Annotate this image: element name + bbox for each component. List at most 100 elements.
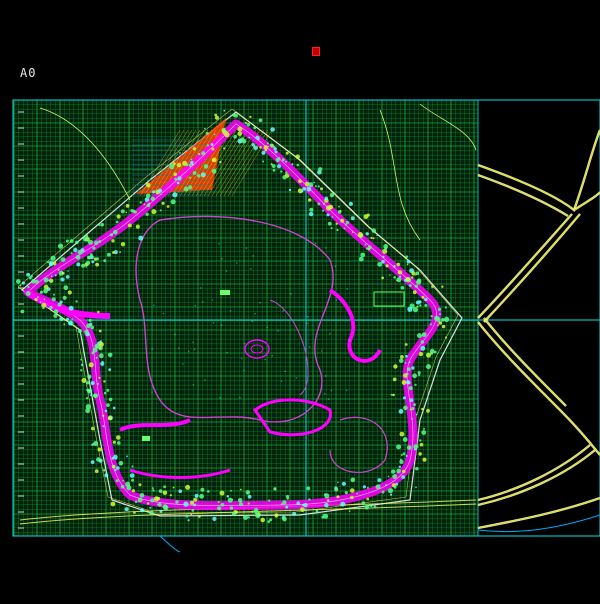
plant-symbol bbox=[27, 286, 30, 289]
plant-symbol bbox=[34, 298, 38, 302]
plant-symbol bbox=[43, 298, 46, 301]
plant-symbol bbox=[87, 255, 91, 260]
plant-symbol bbox=[98, 224, 101, 227]
plant-symbol bbox=[237, 498, 243, 503]
plant-symbol bbox=[117, 441, 121, 445]
plant-symbol bbox=[204, 379, 206, 381]
plant-symbol bbox=[393, 276, 396, 279]
plant-symbol bbox=[51, 297, 56, 302]
plant-symbol bbox=[408, 361, 411, 364]
plant-symbol bbox=[106, 388, 110, 392]
plant-symbol bbox=[213, 133, 216, 136]
plant-symbol bbox=[95, 257, 99, 261]
plant-symbol bbox=[211, 147, 215, 151]
plant-symbol bbox=[218, 243, 220, 245]
plant-symbol bbox=[129, 473, 135, 478]
plant-symbol bbox=[73, 247, 78, 253]
plant-symbol bbox=[198, 153, 201, 156]
plant-symbol bbox=[412, 290, 417, 295]
plant-symbol bbox=[331, 216, 334, 218]
plant-symbol bbox=[400, 286, 405, 290]
plant-symbol bbox=[211, 299, 214, 301]
cad-drawing-canvas[interactable]: A0 bbox=[0, 0, 600, 600]
plant-symbol bbox=[106, 252, 111, 257]
plant-symbol bbox=[221, 258, 223, 260]
plant-symbol bbox=[344, 223, 347, 226]
plant-symbol bbox=[62, 295, 67, 300]
plant-symbol bbox=[145, 212, 149, 216]
plant-symbol bbox=[108, 397, 113, 402]
plant-symbol bbox=[98, 376, 101, 379]
plant-symbol bbox=[85, 404, 91, 410]
plant-symbol bbox=[345, 220, 349, 225]
plant-symbol bbox=[250, 268, 252, 270]
plant-symbol bbox=[389, 274, 391, 276]
plant-symbol bbox=[393, 364, 398, 369]
plant-symbol bbox=[285, 171, 288, 174]
plant-symbol bbox=[413, 403, 416, 406]
plant-symbol bbox=[52, 261, 57, 266]
plant-symbol bbox=[67, 290, 72, 295]
plant-symbol bbox=[241, 139, 247, 144]
plant-symbol bbox=[237, 126, 243, 132]
plant-symbol bbox=[98, 240, 102, 243]
plant-symbol bbox=[115, 220, 119, 224]
site-plan bbox=[0, 0, 600, 600]
plant-symbol bbox=[83, 236, 88, 242]
plant-symbol bbox=[338, 205, 340, 208]
plant-symbol bbox=[245, 247, 248, 249]
plant-symbol bbox=[243, 369, 245, 372]
plant-symbol bbox=[424, 297, 428, 302]
plant-symbol bbox=[282, 310, 285, 312]
plant-symbol bbox=[270, 127, 275, 132]
plant-symbol bbox=[405, 454, 408, 457]
plant-symbol bbox=[111, 456, 115, 460]
plant-symbol bbox=[392, 377, 397, 382]
plant-symbol bbox=[438, 307, 442, 311]
plant-symbol bbox=[243, 515, 248, 520]
plant-symbol bbox=[405, 255, 409, 258]
plant-symbol bbox=[324, 392, 326, 395]
plant-symbol bbox=[406, 259, 411, 264]
plant-symbol bbox=[75, 300, 78, 303]
plant-symbol bbox=[149, 510, 154, 515]
plant-symbol bbox=[67, 270, 69, 272]
plant-symbol bbox=[253, 145, 258, 150]
plant-symbol bbox=[274, 513, 279, 518]
plant-symbol bbox=[285, 160, 287, 163]
plant-symbol bbox=[174, 333, 176, 336]
plant-symbol bbox=[80, 369, 83, 372]
plant-symbol bbox=[188, 185, 193, 190]
plant-symbol bbox=[125, 481, 131, 487]
plant-symbol bbox=[192, 171, 197, 175]
plant-symbol bbox=[188, 176, 191, 179]
plant-symbol bbox=[57, 302, 62, 307]
plant-symbol bbox=[415, 413, 418, 416]
plant-symbol bbox=[377, 261, 383, 267]
plant-symbol bbox=[441, 324, 446, 329]
plant-symbol bbox=[204, 127, 206, 130]
plant-symbol bbox=[143, 203, 146, 206]
plant-symbol bbox=[401, 475, 406, 479]
sheet-label: A0 bbox=[20, 66, 37, 80]
plant-symbol bbox=[336, 228, 339, 232]
plant-symbol bbox=[301, 190, 304, 193]
plant-symbol bbox=[434, 315, 440, 321]
plant-symbol bbox=[396, 468, 401, 474]
plant-symbol bbox=[257, 137, 260, 141]
plant-symbol bbox=[269, 143, 274, 147]
plant-symbol bbox=[138, 483, 142, 487]
plant-symbol bbox=[131, 465, 134, 468]
plant-symbol bbox=[15, 279, 21, 284]
plant-symbol bbox=[109, 233, 113, 237]
plant-symbol bbox=[334, 265, 337, 268]
plant-symbol bbox=[211, 157, 217, 163]
plant-symbol bbox=[387, 488, 394, 494]
plant-symbol bbox=[54, 274, 57, 277]
plant-symbol bbox=[418, 351, 424, 357]
plant-symbol bbox=[65, 239, 69, 243]
plant-symbol bbox=[80, 358, 82, 361]
plant-symbol bbox=[317, 185, 320, 188]
plant-symbol bbox=[146, 203, 151, 208]
plant-symbol bbox=[131, 489, 135, 493]
